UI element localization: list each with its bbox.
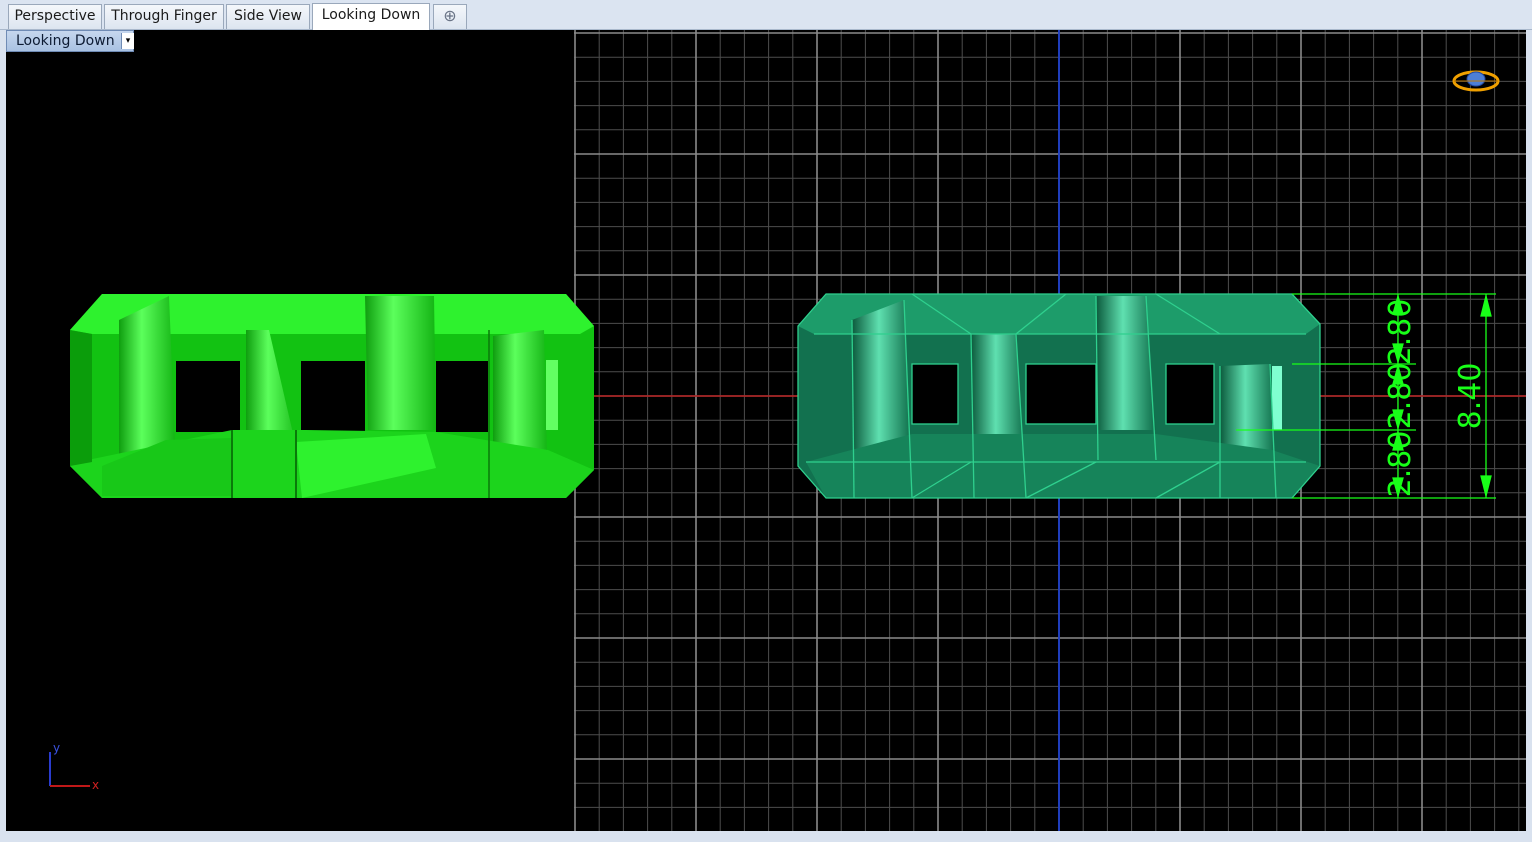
viewport-menu-chevron-down-icon[interactable]: ▾ (121, 33, 134, 49)
tab-perspective[interactable]: Perspective (8, 4, 102, 29)
dimension-bottom-label: 2.80 (1383, 431, 1418, 498)
world-axes-icon: y x (49, 741, 99, 792)
viewport-canvas[interactable]: 2.80 2.80 2.80 8.40 y x (6, 30, 1526, 831)
viewport-title: Looking Down (16, 33, 115, 49)
viewport-looking-down[interactable]: 2.80 2.80 2.80 8.40 y x Looking Down ▾ (6, 30, 1526, 831)
y-axis-label: y (53, 741, 60, 755)
tab-looking-down[interactable]: Looking Down (312, 3, 430, 30)
add-viewport-tab-icon[interactable]: ⊕ (433, 4, 467, 29)
dimension-top-label: 2.80 (1383, 299, 1418, 366)
x-axis-label: x (92, 778, 99, 792)
status-strip (0, 831, 1532, 842)
tab-through-finger[interactable]: Through Finger (104, 4, 224, 29)
shaded-ring-model[interactable] (70, 294, 594, 498)
dimension-total-label: 8.40 (1453, 363, 1488, 430)
tab-side-view[interactable]: Side View (226, 4, 310, 29)
viewport-tab-bar: Perspective Through Finger Side View Loo… (0, 0, 1532, 30)
wireframe-ring-model[interactable] (797, 293, 1321, 499)
viewport-title-button[interactable]: Looking Down ▾ (6, 30, 134, 52)
dimension-middle-label: 2.80 (1383, 363, 1418, 430)
